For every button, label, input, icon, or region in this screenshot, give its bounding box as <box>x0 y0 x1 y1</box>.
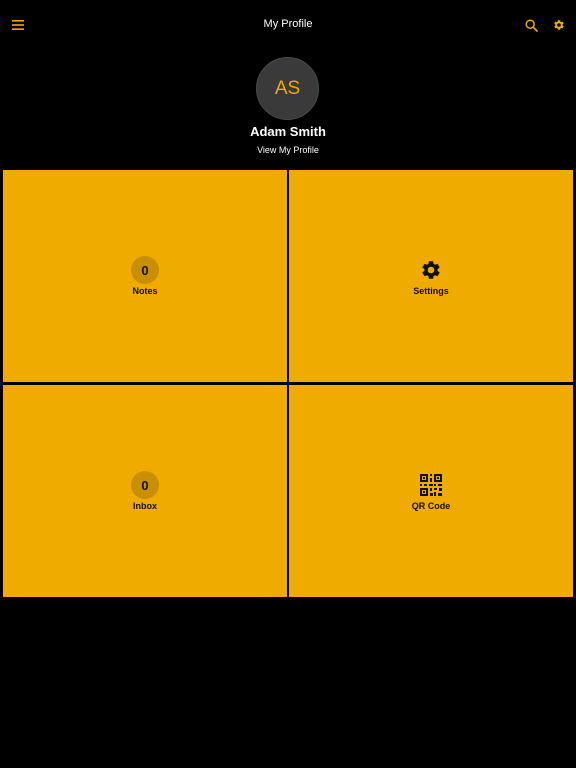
avatar-initials: AS <box>274 77 301 99</box>
search-button[interactable] <box>522 16 540 34</box>
view-profile-link[interactable]: View My Profile <box>0 145 576 155</box>
avatar[interactable]: AS <box>256 57 319 120</box>
qr-code-label: QR Code <box>411 501 451 511</box>
gear-icon <box>422 261 440 279</box>
top-bar: My Profile <box>0 0 576 50</box>
tile-qr-code[interactable]: QR Code <box>289 385 573 597</box>
tile-notes[interactable]: 0 Notes <box>3 170 287 382</box>
settings-icon-wrap <box>289 256 573 284</box>
inbox-label: Inbox <box>133 501 157 511</box>
qr-code-icon <box>420 474 442 496</box>
search-icon <box>524 18 538 32</box>
notes-count-badge: 0 <box>131 256 159 284</box>
inbox-icon-wrap: 0 <box>3 471 287 499</box>
inbox-count-badge: 0 <box>131 471 159 499</box>
settings-button[interactable] <box>550 16 568 34</box>
settings-label: Settings <box>413 286 449 296</box>
page-title: My Profile <box>263 18 313 30</box>
user-name: Adam Smith <box>250 124 326 139</box>
profile-screen: My Profile AS Adam Smith View My Profile… <box>0 0 576 768</box>
notes-label: Notes <box>132 286 158 296</box>
tile-settings[interactable]: Settings <box>289 170 573 382</box>
notes-icon-wrap: 0 <box>3 256 287 284</box>
qr-icon-wrap <box>289 471 573 499</box>
gear-icon <box>554 20 564 30</box>
tile-inbox[interactable]: 0 Inbox <box>3 385 287 597</box>
